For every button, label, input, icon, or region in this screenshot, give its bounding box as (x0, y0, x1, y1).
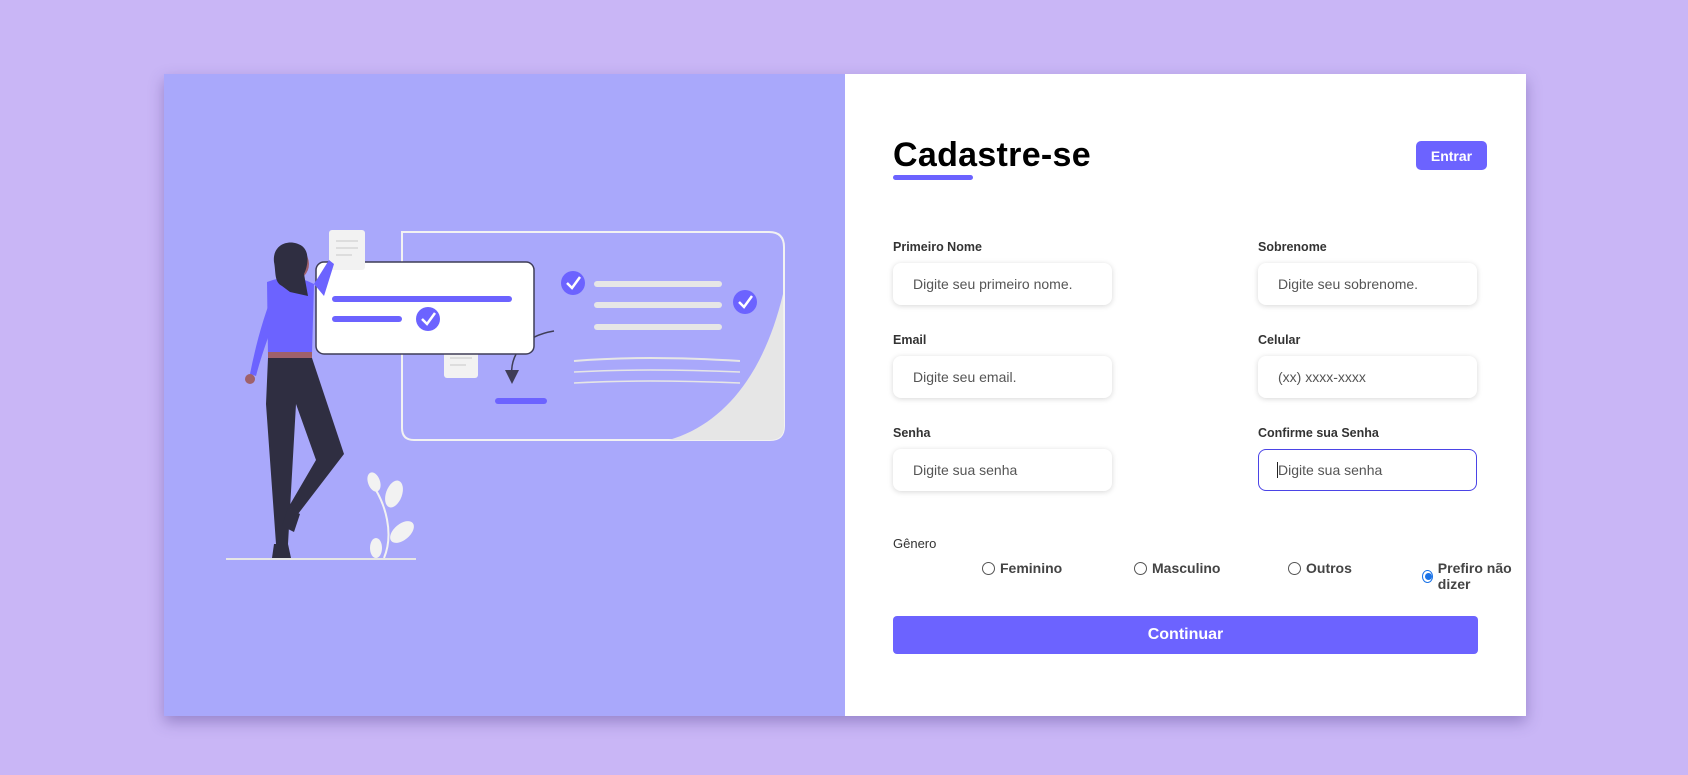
gender-option-outros[interactable]: Outros (1288, 560, 1352, 576)
title-underline (893, 175, 973, 180)
radio-button[interactable] (1134, 561, 1147, 575)
last-name-input[interactable] (1258, 263, 1477, 305)
phone-label: Celular (1258, 333, 1301, 347)
password-label: Senha (893, 426, 931, 440)
confirm-password-input[interactable] (1258, 449, 1477, 491)
radio-button-selected[interactable] (1422, 569, 1433, 583)
check-circle-icon (733, 290, 757, 314)
radio-button[interactable] (982, 561, 995, 575)
illustration-panel (164, 74, 845, 716)
gender-option-masculino[interactable]: Masculino (1134, 560, 1220, 576)
woman-with-checklist-illustration (226, 230, 785, 560)
last-name-label: Sobrenome (1258, 240, 1327, 254)
check-circle-icon (561, 271, 585, 295)
page-title: Cadastre-se (893, 136, 1091, 174)
check-circle-icon (416, 307, 440, 331)
radio-button[interactable] (1288, 561, 1301, 575)
gender-option-label: Masculino (1152, 560, 1221, 576)
continue-button[interactable]: Continuar (893, 616, 1478, 654)
login-button[interactable]: Entrar (1416, 141, 1487, 170)
gender-option-label: Outros (1306, 560, 1352, 576)
text-caret (1277, 462, 1278, 478)
password-input[interactable] (893, 449, 1112, 491)
gender-option-label: Feminino (1000, 560, 1063, 576)
gender-option-prefiro-nao-dizer[interactable]: Prefiro não dizer (1422, 560, 1526, 592)
phone-input[interactable] (1258, 356, 1477, 398)
confirm-password-label: Confirme sua Senha (1258, 426, 1379, 440)
email-label: Email (893, 333, 927, 347)
first-name-label: Primeiro Nome (893, 240, 982, 254)
signup-form-panel: Cadastre-se Entrar Primeiro Nome Sobreno… (845, 74, 1526, 716)
gender-label: Gênero (893, 536, 937, 551)
gender-option-label: Prefiro não dizer (1437, 560, 1512, 592)
email-input[interactable] (893, 356, 1112, 398)
gender-option-feminino[interactable]: Feminino (982, 560, 1062, 576)
first-name-input[interactable] (893, 263, 1112, 305)
signup-card: Cadastre-se Entrar Primeiro Nome Sobreno… (164, 74, 1526, 716)
